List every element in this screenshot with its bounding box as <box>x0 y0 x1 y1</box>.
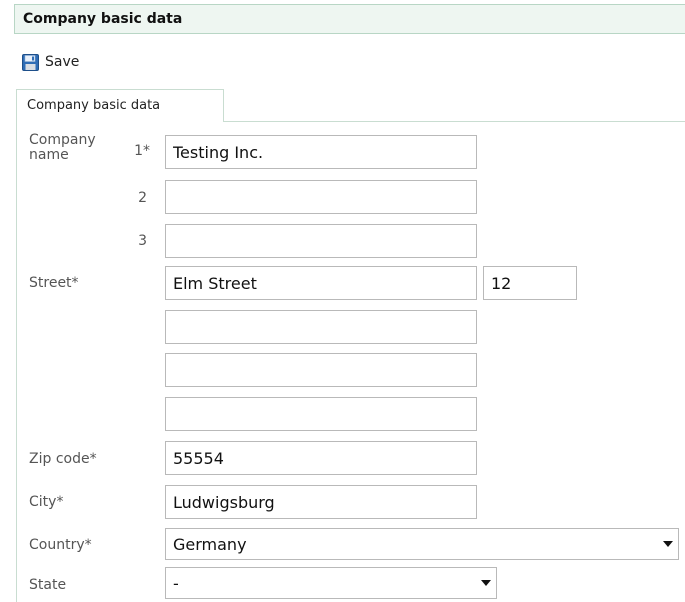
company-name-line-1-input[interactable] <box>165 135 477 169</box>
chevron-down-icon <box>481 580 491 586</box>
state-select-value: - <box>173 574 179 593</box>
city-label: City* <box>29 494 64 510</box>
tab-label: Company basic data <box>27 98 161 113</box>
page-title: Company basic data <box>23 11 183 27</box>
street-input[interactable] <box>165 266 477 300</box>
company-name-line-2-index: 2 <box>138 190 147 206</box>
country-label: Country* <box>29 537 92 553</box>
country-select-value: Germany <box>173 535 247 554</box>
tab-company-basic-data[interactable]: Company basic data <box>16 89 224 122</box>
tab-bar-divider <box>224 121 685 122</box>
zip-code-input[interactable] <box>165 441 477 475</box>
page-header: Company basic data <box>14 4 685 34</box>
city-input[interactable] <box>165 485 477 519</box>
street-label: Street* <box>29 275 79 291</box>
company-name-line-3-index: 3 <box>138 233 147 249</box>
state-select[interactable]: - <box>165 567 497 599</box>
chevron-down-icon <box>663 541 673 547</box>
house-number-input[interactable] <box>483 266 577 300</box>
street-line-4-input[interactable] <box>165 397 477 431</box>
state-label: State <box>29 577 67 593</box>
company-name-line-2-input[interactable] <box>165 180 477 214</box>
save-button-label: Save <box>45 54 80 70</box>
company-name-label: Company name <box>29 132 96 163</box>
company-name-line-1-index: 1* <box>134 143 150 159</box>
save-button[interactable]: Save <box>22 51 79 73</box>
street-line-2-input[interactable] <box>165 310 477 344</box>
company-name-line-3-input[interactable] <box>165 224 477 258</box>
panel-border <box>16 122 17 602</box>
floppy-disk-icon <box>22 53 39 71</box>
street-line-3-input[interactable] <box>165 353 477 387</box>
country-select[interactable]: Germany <box>165 528 679 560</box>
zip-code-label: Zip code* <box>29 451 97 467</box>
